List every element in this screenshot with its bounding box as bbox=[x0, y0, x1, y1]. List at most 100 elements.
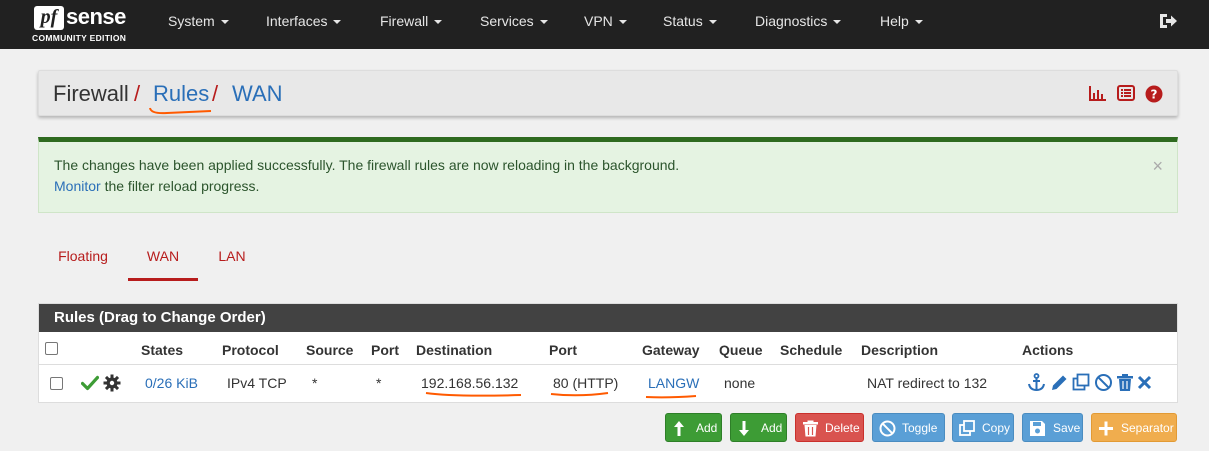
column-header-schedule[interactable]: Schedule bbox=[780, 342, 842, 358]
cell-destination: 192.168.56.132 bbox=[421, 375, 519, 391]
nav-interfaces-label: Interfaces bbox=[266, 13, 328, 29]
tab-floating[interactable]: Floating bbox=[57, 241, 109, 281]
list-icon[interactable] bbox=[1117, 85, 1135, 101]
logo-mark: pf bbox=[34, 6, 64, 30]
separator-label: Separator bbox=[1121, 421, 1174, 435]
copy-button[interactable]: Copy bbox=[952, 413, 1014, 442]
breadcrumb-separator: / bbox=[134, 81, 141, 106]
breadcrumb: Firewall / Rules / WAN ? bbox=[38, 70, 1178, 116]
cell-protocol: IPv4 TCP bbox=[227, 375, 287, 391]
breadcrumb-firewall: Firewall bbox=[53, 81, 129, 106]
column-header-states[interactable]: States bbox=[141, 342, 183, 358]
toggle-button[interactable]: Toggle bbox=[872, 413, 945, 442]
annotation-underline bbox=[425, 392, 522, 397]
row-checkbox[interactable] bbox=[50, 377, 63, 390]
clone-icon bbox=[959, 420, 975, 436]
pfsense-logo[interactable]: pf sense COMMUNITY EDITION bbox=[32, 4, 142, 44]
column-header-protocol[interactable]: Protocol bbox=[222, 342, 279, 358]
anchor-icon[interactable] bbox=[1027, 373, 1046, 392]
breadcrumb-rules-link[interactable]: Rules bbox=[153, 81, 209, 107]
success-alert: The changes have been applied successful… bbox=[38, 137, 1178, 213]
column-header-queue[interactable]: Queue bbox=[719, 342, 763, 358]
gateway-link[interactable]: LANGW bbox=[648, 375, 699, 391]
add-bottom-button[interactable]: Add bbox=[730, 413, 787, 442]
cell-dest-port: 80 (HTTP) bbox=[553, 375, 619, 391]
delete-button[interactable]: Delete bbox=[795, 413, 864, 442]
nav-diagnostics[interactable]: Diagnostics bbox=[755, 0, 842, 49]
row-divider bbox=[39, 364, 1177, 365]
breadcrumb-wan-link[interactable]: WAN bbox=[232, 81, 283, 107]
column-header-destination[interactable]: Destination bbox=[416, 342, 492, 358]
nav-firewall-label: Firewall bbox=[380, 13, 429, 29]
save-button[interactable]: Save bbox=[1022, 413, 1083, 442]
chevron-down-icon bbox=[434, 20, 443, 24]
monitor-link[interactable]: Monitor bbox=[54, 178, 101, 194]
alert-message: The changes have been applied successful… bbox=[54, 157, 680, 173]
select-all-checkbox[interactable] bbox=[45, 342, 58, 355]
top-navbar: pf sense COMMUNITY EDITION System Interf… bbox=[0, 0, 1209, 49]
alert-message-tail: the filter reload progress. bbox=[100, 178, 260, 194]
chevron-down-icon bbox=[708, 20, 717, 24]
chevron-down-icon bbox=[333, 20, 342, 24]
clone-icon[interactable] bbox=[1072, 373, 1091, 392]
column-header-description[interactable]: Description bbox=[861, 342, 938, 358]
nav-services[interactable]: Services bbox=[480, 0, 548, 49]
breadcrumb-separator: / bbox=[212, 81, 219, 106]
add-top-label: Add bbox=[696, 421, 718, 435]
check-icon[interactable] bbox=[81, 375, 99, 391]
rules-panel: Rules (Drag to Change Order) States Prot… bbox=[38, 303, 1178, 403]
annotation-underline bbox=[645, 395, 697, 399]
column-header-source[interactable]: Source bbox=[306, 342, 353, 358]
trash-icon[interactable] bbox=[1116, 373, 1134, 392]
add-top-button[interactable]: Add bbox=[665, 413, 722, 442]
toggle-label: Toggle bbox=[902, 421, 938, 435]
nav-services-label: Services bbox=[480, 13, 534, 29]
logo-word: sense bbox=[66, 4, 126, 29]
disable-icon[interactable] bbox=[1094, 373, 1113, 392]
tab-wan[interactable]: WAN bbox=[128, 241, 198, 281]
cell-queue: none bbox=[724, 375, 756, 391]
nav-help-label: Help bbox=[880, 13, 909, 29]
cell-port: * bbox=[376, 375, 382, 391]
pencil-icon[interactable] bbox=[1050, 373, 1069, 392]
nav-status-label: Status bbox=[663, 13, 703, 29]
nav-firewall[interactable]: Firewall bbox=[380, 0, 443, 49]
help-icon[interactable]: ? bbox=[1145, 85, 1163, 103]
annotation-underline bbox=[550, 392, 609, 397]
save-label: Save bbox=[1053, 421, 1081, 435]
column-header-dest-port[interactable]: Port bbox=[549, 342, 577, 358]
alert-message-2: Monitor the filter reload progress. bbox=[54, 178, 259, 194]
save-icon bbox=[1030, 421, 1045, 436]
delete-label: Delete bbox=[825, 421, 860, 435]
column-header-actions: Actions bbox=[1022, 342, 1074, 358]
nav-diagnostics-label: Diagnostics bbox=[755, 13, 828, 29]
copy-label: Copy bbox=[982, 421, 1011, 435]
nav-interfaces[interactable]: Interfaces bbox=[266, 0, 342, 49]
plus-icon bbox=[1099, 421, 1113, 436]
tab-lan[interactable]: LAN bbox=[218, 241, 246, 281]
arrow-up-icon bbox=[674, 421, 684, 436]
nav-system-label: System bbox=[168, 13, 215, 29]
gear-icon[interactable] bbox=[103, 374, 121, 392]
chevron-down-icon bbox=[618, 20, 627, 24]
cell-source: * bbox=[312, 375, 318, 391]
column-header-port[interactable]: Port bbox=[371, 342, 399, 358]
bar-chart-icon[interactable] bbox=[1089, 85, 1107, 101]
nav-status[interactable]: Status bbox=[663, 0, 717, 49]
nav-vpn[interactable]: VPN bbox=[584, 0, 627, 49]
sign-out-icon[interactable] bbox=[1158, 12, 1178, 30]
disable-icon bbox=[879, 420, 896, 437]
states-link[interactable]: 0/26 KiB bbox=[145, 375, 198, 391]
svg-text:?: ? bbox=[1151, 88, 1158, 102]
cell-description: NAT redirect to 132 bbox=[867, 375, 988, 391]
nav-help[interactable]: Help bbox=[880, 0, 923, 49]
nav-system[interactable]: System bbox=[168, 0, 229, 49]
column-header-gateway[interactable]: Gateway bbox=[642, 342, 700, 358]
annotation-underline bbox=[149, 107, 212, 115]
chevron-down-icon bbox=[833, 20, 842, 24]
separator-button[interactable]: Separator bbox=[1091, 413, 1177, 442]
arrow-down-icon bbox=[739, 421, 749, 436]
close-icon[interactable] bbox=[1137, 373, 1152, 392]
close-icon[interactable]: × bbox=[1152, 156, 1163, 177]
trash-icon bbox=[803, 420, 818, 437]
